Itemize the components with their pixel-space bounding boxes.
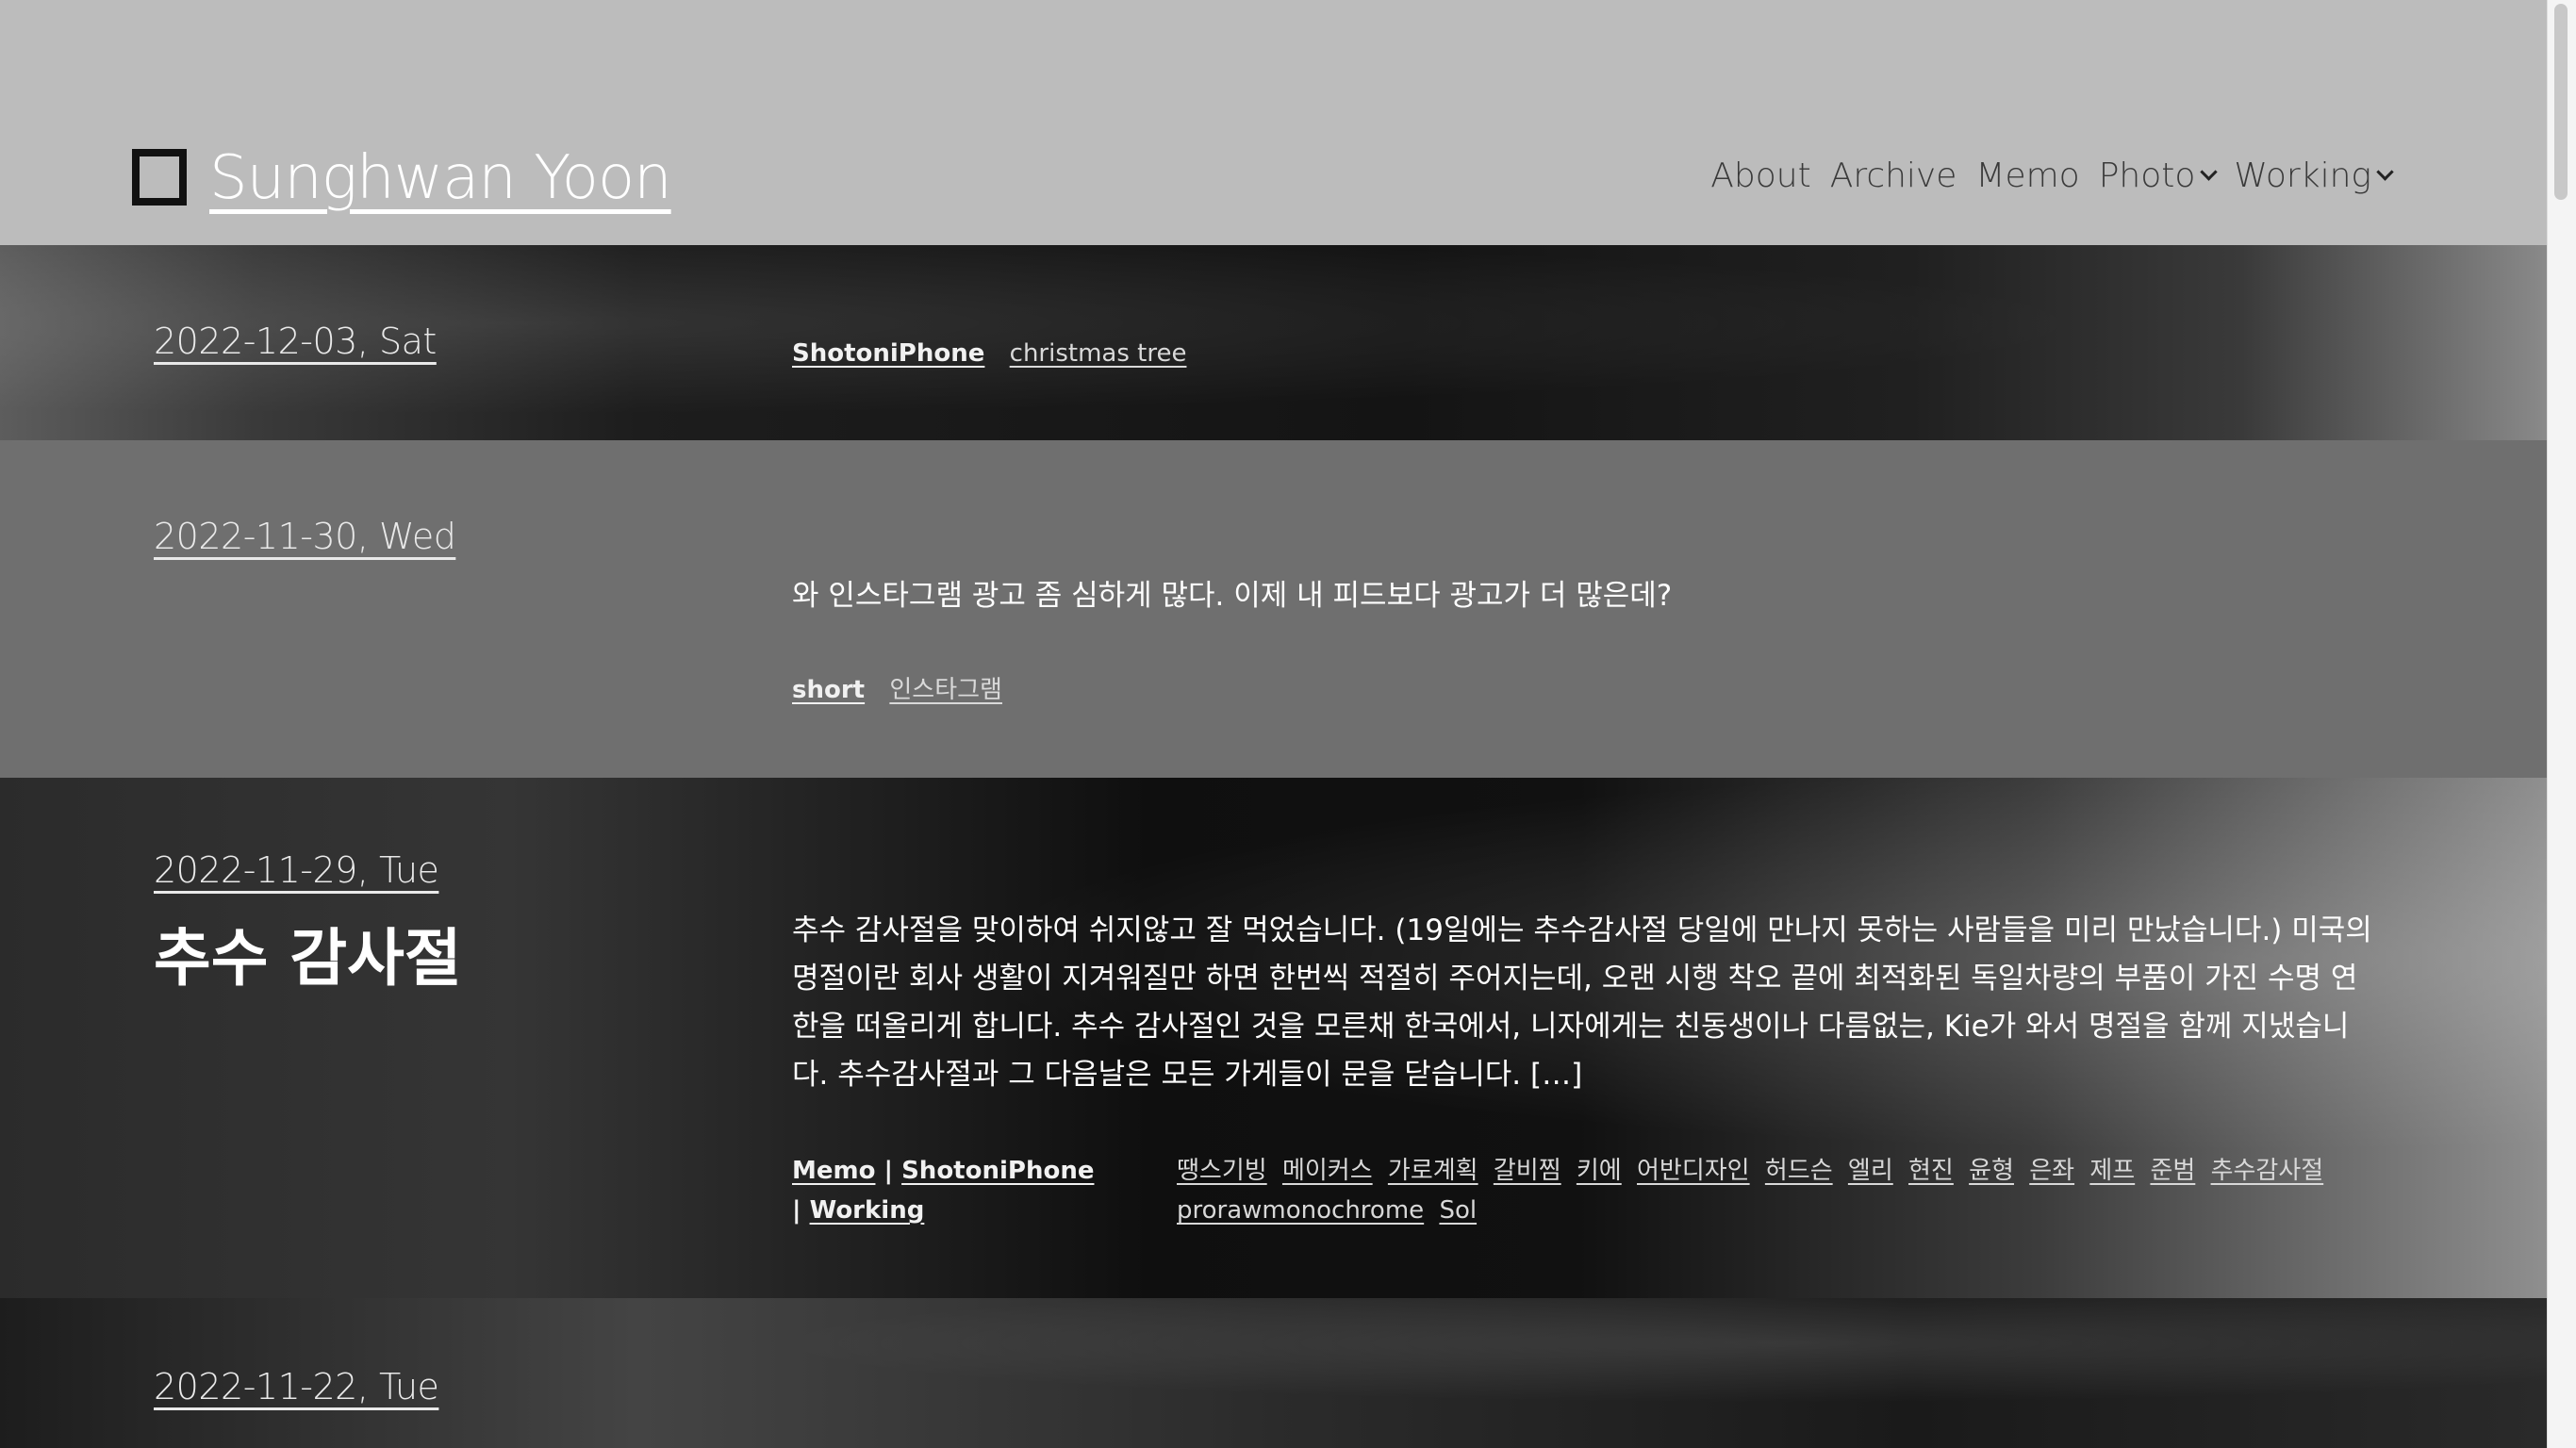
category-link[interactable]: ShotoniPhone	[901, 1157, 1094, 1185]
tag-link[interactable]: 제프	[2089, 1157, 2135, 1185]
category-link[interactable]: Memo	[792, 1157, 875, 1185]
category-link[interactable]: Working	[810, 1196, 925, 1225]
nav-photo[interactable]: Photo	[2098, 156, 2219, 195]
post-date-link[interactable]: 2022-11-29, Tue	[154, 849, 439, 891]
post-row[interactable]: 2022-11-22, Tue	[0, 1298, 2548, 1448]
tag-link[interactable]: 갈비찜	[1494, 1157, 1561, 1185]
post-title-link[interactable]: 추수 감사절	[154, 908, 462, 998]
tag-link[interactable]: 추수감사절	[2211, 1157, 2324, 1185]
scrollbar-thumb[interactable]	[2554, 4, 2568, 200]
post-date-link[interactable]: 2022-12-03, Sat	[154, 321, 437, 362]
tag-link[interactable]: Sol	[1439, 1196, 1477, 1225]
tag-link[interactable]: christmas tree	[1010, 339, 1187, 368]
post-date-link[interactable]: 2022-11-22, Tue	[154, 1366, 439, 1407]
post-tags: ShotoniPhone christmas tree	[792, 334, 1203, 373]
post-tags: short 인스타그램	[792, 670, 1019, 710]
site-header: Sunghwan Yoon About Archive Memo Photo W…	[0, 0, 2548, 245]
tag-link[interactable]: 메이커스	[1282, 1157, 1373, 1185]
tag-link[interactable]: ShotoniPhone	[792, 339, 984, 368]
nav-working[interactable]: Working	[2234, 156, 2394, 195]
post-excerpt: 와 인스타그램 광고 좀 심하게 많다. 이제 내 피드보다 광고가 더 많은데…	[792, 579, 1673, 613]
tag-link[interactable]: prorawmonochrome	[1177, 1196, 1424, 1225]
post-categories: Memo | ShotoniPhone | Working	[792, 1157, 1095, 1225]
tag-link[interactable]: 인스타그램	[889, 676, 1002, 704]
chevron-down-icon[interactable]	[2376, 163, 2394, 181]
nav-memo[interactable]: Memo	[1975, 156, 2079, 195]
post-row[interactable]: 2022-12-03, Sat ShotoniPhone christmas t…	[0, 245, 2548, 440]
site-logo-icon[interactable]	[132, 149, 187, 206]
tag-link[interactable]: 엘리	[1848, 1157, 1893, 1185]
nav-about[interactable]: About	[1710, 156, 1810, 195]
tag-link[interactable]: short	[792, 676, 865, 704]
scrollbar[interactable]	[2547, 0, 2576, 1448]
primary-nav: About Archive Memo Photo Working	[1710, 156, 2394, 195]
post-row[interactable]: 2022-11-29, Tue 추수 감사절 추수 감사절을 맞이하여 쉬지않고…	[0, 778, 2548, 1298]
tag-link[interactable]: 준범	[2150, 1157, 2195, 1185]
tag-link[interactable]: 현진	[1908, 1157, 1954, 1185]
tag-link[interactable]: 허드슨	[1765, 1157, 1833, 1185]
nav-memo-label: Memo	[1975, 156, 2080, 195]
nav-working-label: Working	[2234, 156, 2371, 195]
tag-link[interactable]: 윤형	[1969, 1157, 2014, 1185]
site-title-link[interactable]: Sunghwan Yoon	[209, 138, 672, 219]
post-tag-cloud: 땡스기빙 메이커스 가로계획 갈비찜 키에 어반디자인 허드슨 엘리 현진 윤형…	[1177, 1151, 2393, 1230]
nav-photo-label: Photo	[2098, 156, 2196, 195]
nav-archive[interactable]: Archive	[1830, 156, 1957, 195]
tag-link[interactable]: 땡스기빙	[1177, 1157, 1267, 1185]
tag-link[interactable]: 키에	[1577, 1157, 1622, 1185]
tag-link[interactable]: 가로계획	[1388, 1157, 1478, 1185]
tag-link[interactable]: 은좌	[2029, 1157, 2074, 1185]
chevron-down-icon[interactable]	[2200, 163, 2219, 181]
nav-archive-label: Archive	[1829, 156, 1957, 195]
tag-link[interactable]: 어반디자인	[1637, 1157, 1750, 1185]
post-row[interactable]: 2022-11-30, Wed 와 인스타그램 광고 좀 심하게 많다. 이제 …	[0, 440, 2548, 778]
post-date-link[interactable]: 2022-11-30, Wed	[154, 516, 456, 557]
post-excerpt: 추수 감사절을 맞이하여 쉬지않고 잘 먹었습니다. (19일에는 추수감사절 …	[792, 913, 2372, 1092]
nav-about-label: About	[1710, 156, 1811, 195]
